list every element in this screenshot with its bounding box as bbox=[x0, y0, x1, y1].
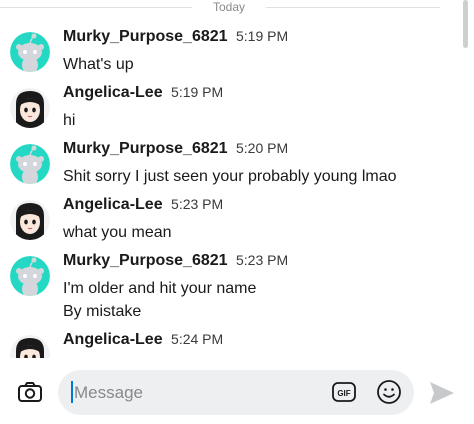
message-author[interactable]: Angelica-Lee bbox=[63, 196, 163, 213]
message-text: hi bbox=[63, 112, 76, 129]
message-text: what you mean bbox=[63, 224, 172, 241]
message-input-container[interactable]: GIF bbox=[58, 370, 414, 415]
message-author[interactable]: Angelica-Lee bbox=[63, 331, 163, 348]
gif-icon[interactable]: GIF bbox=[332, 381, 356, 403]
message-time: 5:23 PM bbox=[235, 252, 289, 268]
divider-line-right bbox=[266, 7, 440, 8]
gif-label: GIF bbox=[337, 389, 350, 398]
message-text: What's up bbox=[63, 56, 134, 73]
message-author[interactable]: Murky_Purpose_6821 bbox=[63, 28, 228, 45]
date-divider-label: Today bbox=[212, 0, 246, 14]
snoo-avatar-icon[interactable] bbox=[10, 256, 50, 296]
message-time: 5:20 PM bbox=[235, 140, 289, 156]
message-author[interactable]: Murky_Purpose_6821 bbox=[63, 140, 228, 157]
message-author[interactable]: Murky_Purpose_6821 bbox=[63, 252, 228, 269]
message-text: By mistake bbox=[63, 303, 142, 320]
anime-girl-avatar-icon[interactable] bbox=[10, 88, 50, 128]
message-input[interactable] bbox=[72, 380, 316, 406]
message-time: 5:24 PM bbox=[171, 331, 224, 347]
anime-girl-avatar-icon[interactable] bbox=[10, 335, 50, 358]
camera-icon[interactable] bbox=[16, 378, 44, 406]
message-time: 5:19 PM bbox=[171, 84, 224, 100]
anime-girl-avatar-icon[interactable] bbox=[10, 200, 50, 240]
message-author[interactable]: Angelica-Lee bbox=[63, 84, 163, 101]
send-icon[interactable] bbox=[428, 380, 456, 406]
snoo-avatar-icon[interactable] bbox=[10, 32, 50, 72]
message-text: I'm older and hit your name bbox=[63, 280, 257, 297]
emoji-icon[interactable] bbox=[376, 379, 402, 405]
snoo-avatar-icon[interactable] bbox=[10, 144, 50, 184]
message-text: Shit sorry I just seen your probably you… bbox=[63, 168, 397, 185]
divider-line-left bbox=[0, 7, 192, 8]
date-divider: Today bbox=[0, 0, 474, 16]
message-list: Murky_Purpose_6821 5:19 PM What's up Ang… bbox=[0, 28, 474, 358]
message-time: 5:19 PM bbox=[235, 28, 289, 44]
message-composer: GIF bbox=[0, 368, 474, 418]
message-time: 5:23 PM bbox=[171, 196, 224, 212]
